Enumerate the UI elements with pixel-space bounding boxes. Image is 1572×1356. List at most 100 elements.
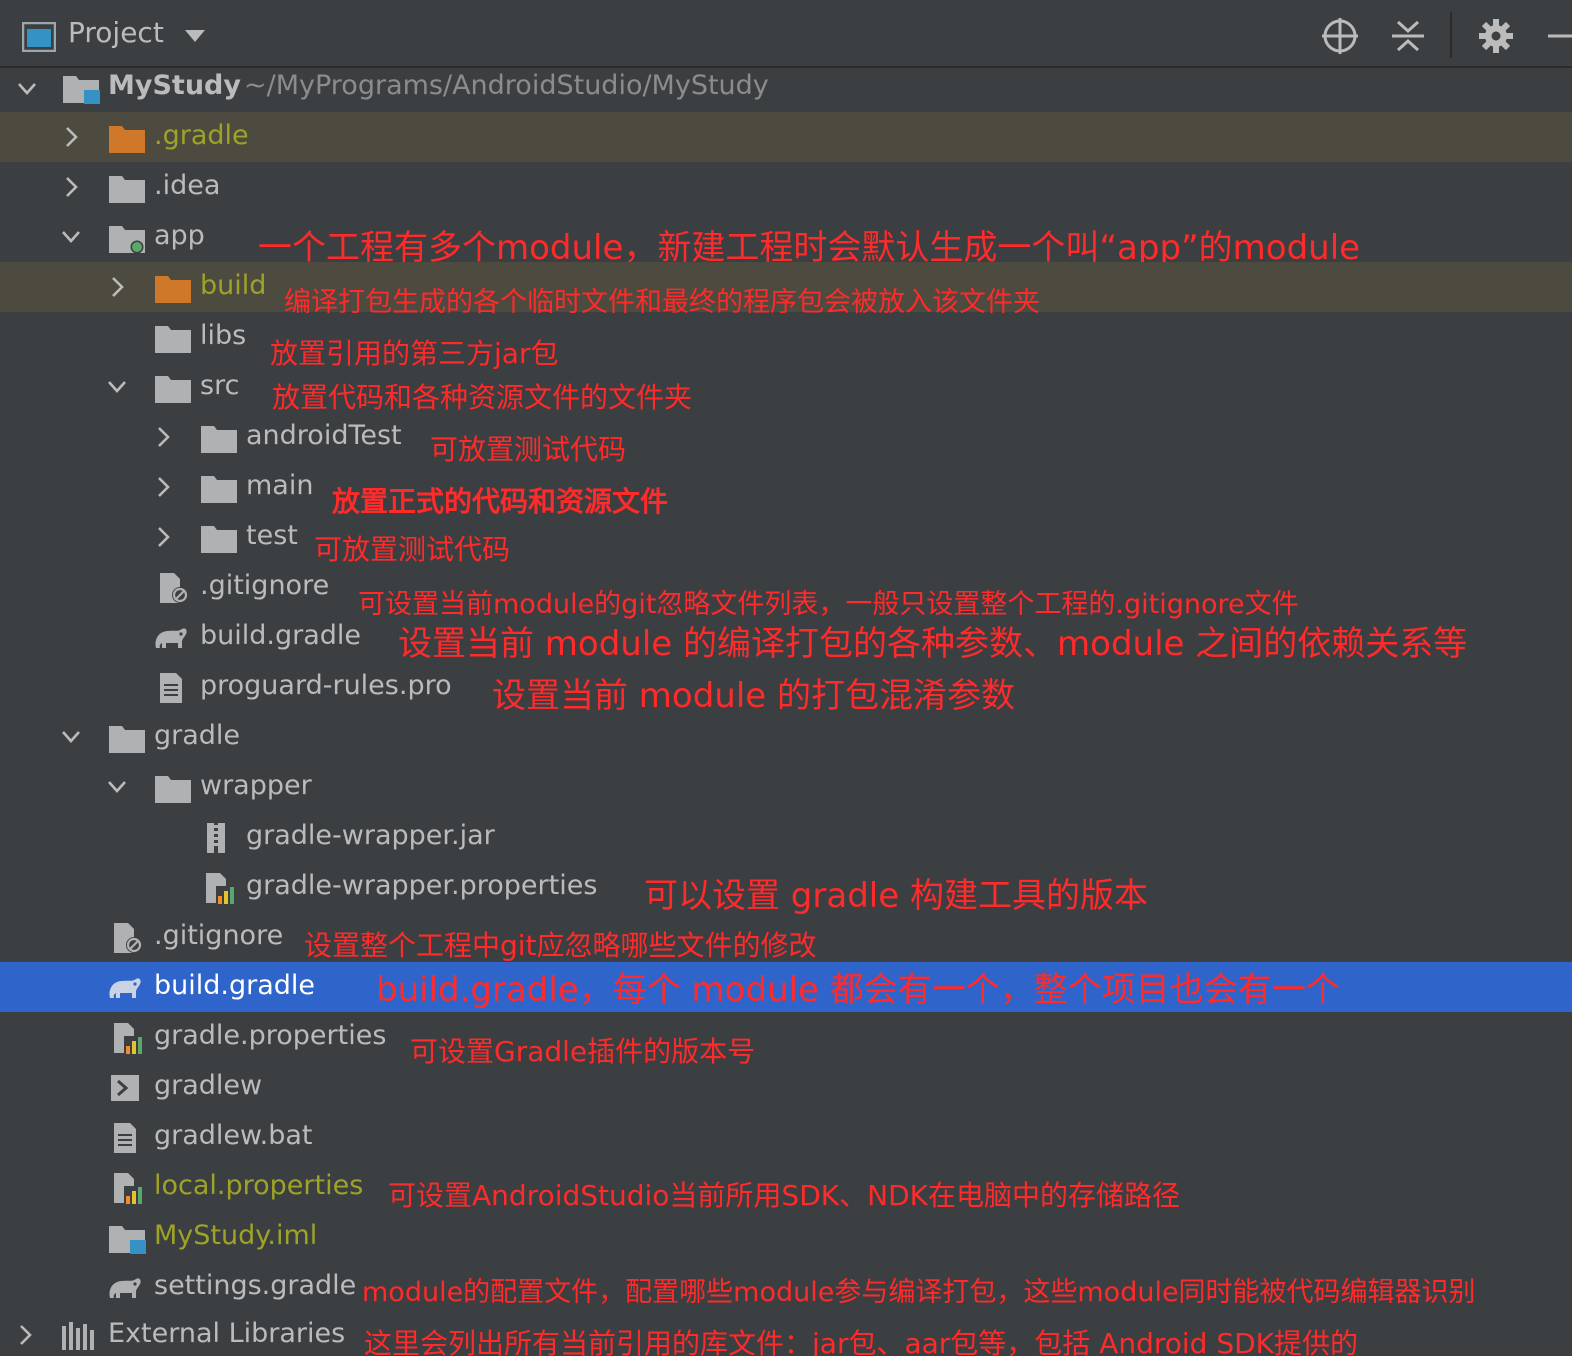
annotation: module的配置文件，配置哪些module参与编译打包，这些module同时能… <box>362 1277 1476 1308</box>
tree-node-gradle-dir[interactable]: .gradle <box>0 112 1572 162</box>
annotation: 可设置AndroidStudio当前所用SDK、NDK在电脑中的存储路径 <box>388 1179 1181 1212</box>
node-label: gradlew <box>154 1070 263 1101</box>
annotation: build.gradle，每个 module 都会有一个，整个项目也会有一个 <box>376 970 1340 1010</box>
node-label: External Libraries <box>108 1318 346 1349</box>
chevron-right-icon[interactable] <box>152 424 174 450</box>
node-label: gradle-wrapper.jar <box>246 820 495 851</box>
tree-node-external-libraries[interactable]: External Libraries 这里会列出所有当前引用的库文件：jar包、… <box>0 1310 1572 1356</box>
dropdown-icon[interactable] <box>180 26 210 46</box>
folder-icon <box>201 476 237 503</box>
node-label: proguard-rules.pro <box>200 670 452 701</box>
chevron-right-icon[interactable] <box>60 174 82 200</box>
node-label: MyStudy <box>108 70 241 101</box>
annotation: 设置当前 module 的打包混淆参数 <box>492 676 1016 716</box>
properties-file-icon <box>114 1173 144 1204</box>
tool-window-title[interactable]: Project <box>68 16 164 49</box>
node-label: app <box>154 220 205 251</box>
tree-node-mystudy-iml[interactable]: MyStudy.iml <box>0 1212 1572 1262</box>
folder-icon <box>155 776 191 803</box>
locate-icon[interactable] <box>1320 16 1360 56</box>
gradle-elephant-icon <box>109 978 141 998</box>
folder-icon <box>155 376 191 403</box>
annotation: 设置整个工程中git应忽略哪些文件的修改 <box>304 929 817 962</box>
gear-icon[interactable] <box>1476 16 1516 56</box>
tree-node-src[interactable]: src 放置代码和各种资源文件的文件夹 <box>0 362 1572 414</box>
chevron-right-icon[interactable] <box>60 124 82 150</box>
properties-file-icon <box>206 873 236 904</box>
chevron-down-icon[interactable] <box>106 774 128 800</box>
tree-node-libs[interactable]: libs 放置引用的第三方jar包 <box>0 312 1572 370</box>
tree-node-proguard[interactable]: proguard-rules.pro 设置当前 module 的打包混淆参数 <box>0 662 1572 716</box>
tree-node-gradle-wrapper-properties[interactable]: gradle-wrapper.properties 可以设置 gradle 构建… <box>0 862 1572 916</box>
ignore-file-icon <box>114 923 142 953</box>
annotation: 设置当前 module 的编译打包的各种参数、module 之间的依赖关系等 <box>398 624 1468 664</box>
node-label: gradlew.bat <box>154 1120 313 1151</box>
header-separator <box>1450 12 1452 58</box>
node-label: local.properties <box>154 1170 364 1201</box>
node-label: MyStudy.iml <box>154 1220 318 1251</box>
tree-node-main[interactable]: main 放置正式的代码和资源文件 <box>0 462 1572 518</box>
chevron-right-icon[interactable] <box>14 1322 36 1348</box>
folder-icon <box>109 176 145 203</box>
tree-node-idea[interactable]: .idea <box>0 162 1572 212</box>
tree-node-build[interactable]: build 编译打包生成的各个临时文件和最终的程序包会被放入该文件夹 <box>0 262 1572 318</box>
node-label: wrapper <box>200 770 312 801</box>
hide-icon[interactable] <box>1546 16 1572 56</box>
tree-node-settings-gradle[interactable]: settings.gradle module的配置文件，配置哪些module参与… <box>0 1262 1572 1312</box>
node-label: settings.gradle <box>154 1270 357 1301</box>
tree-node-wrapper[interactable]: wrapper <box>0 762 1572 812</box>
excluded-folder-icon <box>155 276 191 303</box>
tree-node-gradle-folder[interactable]: gradle <box>0 712 1572 762</box>
chevron-down-icon[interactable] <box>16 76 38 102</box>
tree-node-androidtest[interactable]: androidTest 可放置测试代码 <box>0 412 1572 466</box>
folder-icon <box>201 426 237 453</box>
node-label: gradle <box>154 720 241 751</box>
tree-node-test[interactable]: test 可放置测试代码 <box>0 512 1572 566</box>
module-file-icon <box>109 1226 146 1254</box>
tree-node-root-build-gradle[interactable]: build.gradle build.gradle，每个 module 都会有一… <box>0 962 1572 1012</box>
project-tool-window: Project MyStudy ~/MyPrograms/AndroidStud… <box>0 0 1572 1356</box>
ignore-file-icon <box>160 573 188 603</box>
tree-node-app-gitignore[interactable]: .gitignore 可设置当前module的git忽略文件列表，一般只设置整个… <box>0 562 1572 620</box>
chevron-right-icon[interactable] <box>152 474 174 500</box>
node-label: test <box>246 520 298 551</box>
chevron-down-icon[interactable] <box>60 724 82 750</box>
node-label: gradle.properties <box>154 1020 387 1051</box>
excluded-folder-icon <box>109 126 145 153</box>
properties-file-icon <box>114 1023 144 1054</box>
tree-node-gradle-properties[interactable]: gradle.properties 可设置Gradle插件的版本号 <box>0 1012 1572 1068</box>
tree-node-gradle-wrapper-jar[interactable]: gradle-wrapper.jar <box>0 812 1572 862</box>
annotation: 这里会列出所有当前引用的库文件：jar包、aar包等，包括 Android SD… <box>364 1327 1359 1356</box>
project-folder-icon <box>63 76 100 104</box>
node-label: build.gradle <box>200 620 362 651</box>
node-label: .idea <box>154 170 221 201</box>
node-label: .gradle <box>154 120 249 151</box>
text-file-icon <box>114 1123 136 1153</box>
node-label: build.gradle <box>154 970 316 1001</box>
project-path: ~/MyPrograms/AndroidStudio/MyStudy <box>244 70 769 101</box>
tree-node-gradlew-bat[interactable]: gradlew.bat <box>0 1112 1572 1162</box>
chevron-down-icon[interactable] <box>106 374 128 400</box>
node-label: main <box>246 470 314 501</box>
node-label: .gitignore <box>154 920 284 951</box>
archive-file-icon <box>207 823 225 853</box>
libraries-icon <box>62 1322 94 1350</box>
collapse-all-icon[interactable] <box>1388 16 1428 56</box>
tree-node-app-build-gradle[interactable]: build.gradle 设置当前 module 的编译打包的各种参数、modu… <box>0 612 1572 664</box>
node-label: .gitignore <box>200 570 330 601</box>
node-label: androidTest <box>246 420 402 451</box>
tree-node-mystudy[interactable]: MyStudy ~/MyPrograms/AndroidStudio/MyStu… <box>0 66 1572 110</box>
tree-node-gradlew[interactable]: gradlew <box>0 1062 1572 1112</box>
text-file-icon <box>160 673 182 703</box>
tree-node-app[interactable]: app 一个工程有多个module，新建工程时会默认生成一个叫“app”的mod… <box>0 212 1572 268</box>
annotation: 可以设置 gradle 构建工具的版本 <box>644 876 1148 916</box>
tree-node-local-properties[interactable]: local.properties 可设置AndroidStudio当前所用SDK… <box>0 1162 1572 1212</box>
shell-script-icon <box>111 1075 139 1101</box>
gradle-elephant-icon <box>155 628 187 648</box>
tree-node-root-gitignore[interactable]: .gitignore 设置整个工程中git应忽略哪些文件的修改 <box>0 912 1572 962</box>
chevron-right-icon[interactable] <box>106 274 128 300</box>
chevron-down-icon[interactable] <box>60 224 82 250</box>
chevron-right-icon[interactable] <box>152 524 174 550</box>
project-view-icon[interactable] <box>22 22 56 52</box>
module-folder-icon <box>109 226 145 254</box>
